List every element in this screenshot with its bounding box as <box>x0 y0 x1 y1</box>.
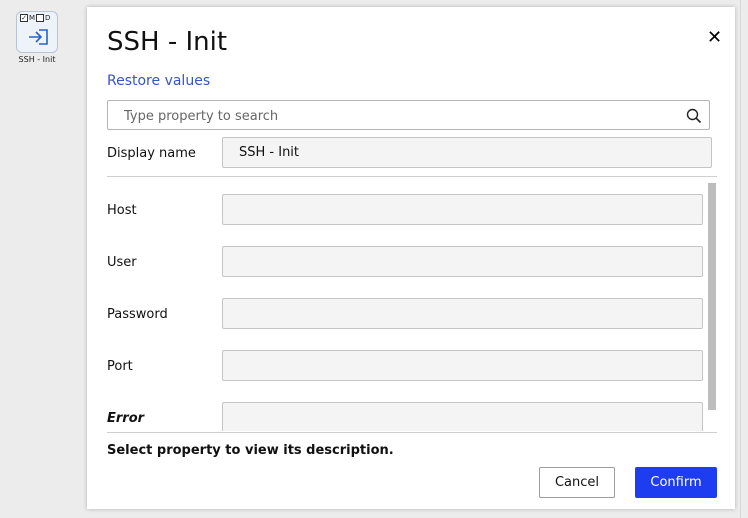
properties-dialog: SSH - Init ✕ Restore values Display name… <box>87 7 735 509</box>
panel-edge <box>740 0 741 518</box>
workflow-node[interactable]: M D <box>16 11 58 53</box>
flag-d-checkbox[interactable] <box>36 14 45 22</box>
property-search <box>107 100 710 130</box>
flag-m-checkbox[interactable] <box>20 14 28 22</box>
host-label: Host <box>107 203 137 218</box>
divider-top <box>107 176 717 177</box>
search-input[interactable] <box>122 106 666 126</box>
node-flags: M D <box>20 14 50 22</box>
node-label: SSH - Init <box>18 55 56 64</box>
host-field[interactable] <box>222 194 703 225</box>
scrollbar[interactable] <box>708 183 716 410</box>
flag-d-label: D <box>45 14 51 22</box>
property-error: Error <box>87 393 735 431</box>
user-field[interactable] <box>222 246 703 277</box>
property-port: Port <box>87 341 735 381</box>
error-field[interactable] <box>222 402 703 431</box>
display-name-label: Display name <box>107 146 196 161</box>
login-arrow-icon <box>29 29 48 45</box>
error-label: Error <box>107 411 145 426</box>
port-field[interactable] <box>222 350 703 381</box>
property-host: Host <box>87 185 735 225</box>
search-icon[interactable] <box>686 108 702 124</box>
divider-bottom <box>107 432 717 433</box>
password-label: Password <box>107 307 168 322</box>
flag-m-label: M <box>29 14 36 22</box>
property-password: Password <box>87 289 735 329</box>
user-label: User <box>107 255 137 270</box>
property-user: User <box>87 237 735 277</box>
properties-list: Host User Password Port Error <box>87 183 735 431</box>
close-icon[interactable]: ✕ <box>707 27 722 48</box>
confirm-button[interactable]: Confirm <box>635 467 717 498</box>
property-description: Select property to view its description. <box>107 443 394 458</box>
restore-values-link[interactable]: Restore values <box>107 73 210 89</box>
dialog-title: SSH - Init <box>107 27 228 57</box>
password-field[interactable] <box>222 298 703 329</box>
cancel-button[interactable]: Cancel <box>539 467 615 498</box>
port-label: Port <box>107 359 133 374</box>
display-name-field[interactable]: SSH - Init <box>222 137 712 168</box>
